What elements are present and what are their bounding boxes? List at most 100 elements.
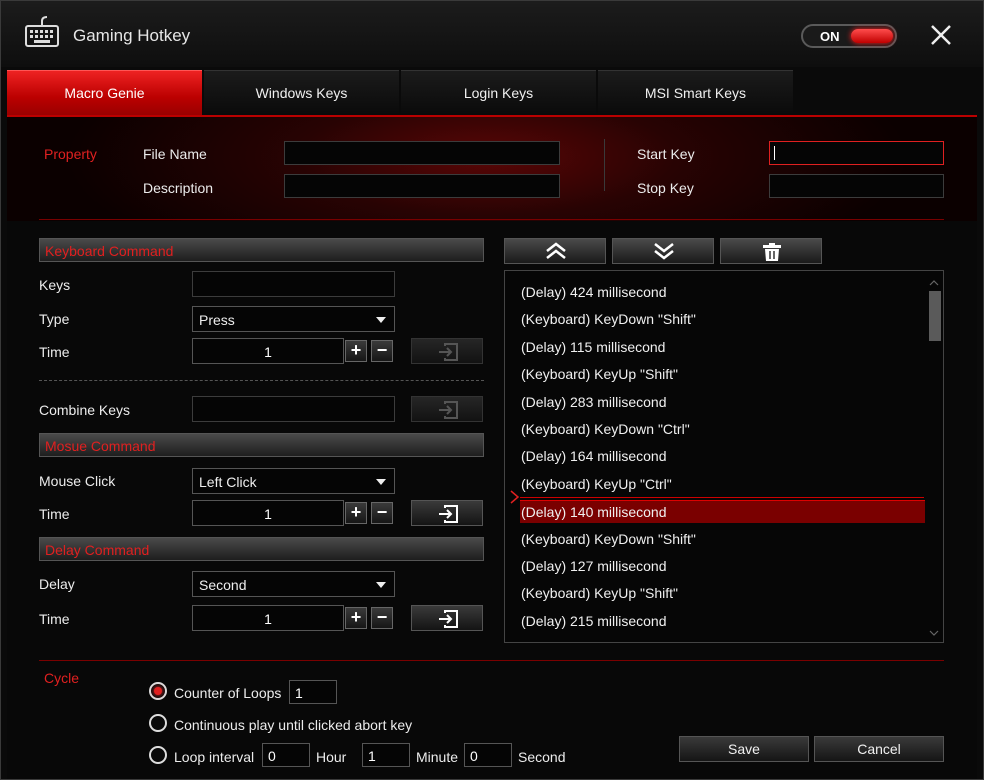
- type-select[interactable]: Press: [192, 306, 395, 332]
- mouse-command-header: Mosue Command: [39, 433, 484, 457]
- mouse-insert-button[interactable]: [411, 500, 483, 526]
- loop-interval-label: Loop interval: [174, 749, 255, 765]
- start-key-input[interactable]: [769, 141, 944, 165]
- macro-step-item[interactable]: (Keyboard) KeyDown "Ctrl": [520, 418, 925, 441]
- delay-time-plus-button[interactable]: +: [345, 607, 367, 629]
- cycle-separator: [39, 660, 944, 661]
- move-up-button[interactable]: [504, 238, 606, 264]
- delay-insert-button[interactable]: [411, 605, 483, 631]
- delay-unit-select[interactable]: Second: [192, 571, 395, 597]
- file-name-input[interactable]: [284, 141, 560, 165]
- keyboard-divider: [39, 380, 484, 381]
- chevron-down-icon: [376, 479, 386, 485]
- tab-macro-genie[interactable]: Macro Genie: [7, 70, 202, 115]
- second-label: Second: [518, 749, 566, 765]
- macro-step-item[interactable]: (Keyboard) KeyDown "Shift": [520, 308, 925, 331]
- list-scrollbar-thumb[interactable]: [929, 291, 941, 341]
- double-chevron-up-icon: [546, 242, 566, 259]
- counter-of-loops-radio[interactable]: [149, 682, 167, 700]
- minute-value: 1: [368, 748, 376, 764]
- macro-step-item[interactable]: (Keyboard) KeyUp "Shift": [520, 582, 925, 605]
- mouse-command-heading: Mosue Command: [45, 438, 156, 454]
- minute-input[interactable]: 1: [362, 743, 410, 767]
- delay-command-header: Delay Command: [39, 537, 484, 561]
- gaming-hotkey-window: Gaming Hotkey ON Macro Genie Windows Key…: [0, 0, 984, 780]
- insert-icon: [439, 610, 458, 628]
- second-input[interactable]: 0: [464, 743, 512, 767]
- macro-step-item[interactable]: (Delay) 283 millisecond: [520, 391, 925, 414]
- delay-time-input[interactable]: 1: [192, 605, 344, 631]
- macro-step-item[interactable]: (Delay) 115 millisecond: [520, 336, 925, 359]
- macro-step-item[interactable]: (Keyboard) KeyUp "Ctrl": [520, 473, 925, 496]
- mouse-time-minus-button[interactable]: −: [371, 502, 393, 524]
- tab-login-keys[interactable]: Login Keys: [401, 70, 596, 115]
- keyboard-insert-button[interactable]: [411, 338, 483, 364]
- counter-of-loops-input[interactable]: 1: [289, 680, 337, 704]
- keyboard-time-minus-button[interactable]: −: [371, 340, 393, 362]
- save-button[interactable]: Save: [679, 736, 809, 762]
- file-name-label: File Name: [143, 146, 207, 162]
- macro-step-list[interactable]: (Delay) 424 millisecond (Keyboard) KeyDow…: [504, 270, 944, 643]
- macro-step-item[interactable]: (Delay) 215 millisecond: [520, 610, 925, 633]
- tab-windows-keys[interactable]: Windows Keys: [204, 70, 399, 115]
- delay-time-minus-button[interactable]: −: [371, 607, 393, 629]
- delay-unit-value: Second: [199, 577, 247, 593]
- macro-step-item[interactable]: (Delay) 424 millisecond: [520, 281, 925, 304]
- description-input[interactable]: [284, 174, 560, 198]
- keys-label: Keys: [39, 277, 71, 293]
- insert-position-line: [520, 497, 924, 498]
- mouse-time-label: Time: [39, 506, 70, 522]
- cancel-button[interactable]: Cancel: [814, 736, 944, 762]
- macro-step-item[interactable]: (Keyboard) KeyDown "Shift": [520, 528, 925, 551]
- delay-label: Delay: [39, 576, 75, 592]
- property-separator: [39, 219, 944, 220]
- hour-label: Hour: [316, 749, 347, 765]
- hour-input[interactable]: 0: [262, 743, 310, 767]
- mouse-click-label: Mouse Click: [39, 473, 116, 489]
- app-title: Gaming Hotkey: [73, 26, 191, 45]
- mouse-time-value: 1: [264, 506, 272, 522]
- combine-keys-input[interactable]: [192, 396, 395, 422]
- minute-label: Minute: [416, 749, 459, 765]
- delay-command-heading: Delay Command: [45, 542, 150, 558]
- keyboard-command-header: Keyboard Command: [39, 238, 484, 262]
- move-down-button[interactable]: [612, 238, 714, 264]
- combine-insert-button[interactable]: [411, 396, 483, 422]
- continuous-play-radio[interactable]: [149, 714, 167, 732]
- delay-time-value: 1: [264, 611, 272, 627]
- macro-step-item[interactable]: (Delay) 140 millisecond: [520, 500, 925, 524]
- text-caret: [774, 146, 775, 160]
- keyboard-time-input[interactable]: 1: [192, 338, 344, 364]
- chevron-down-icon: [376, 582, 386, 588]
- power-toggle[interactable]: ON: [801, 24, 897, 48]
- mouse-click-value: Left Click: [199, 474, 257, 490]
- close-icon[interactable]: [929, 23, 953, 47]
- loop-interval-radio[interactable]: [149, 746, 167, 764]
- keyboard-time-plus-button[interactable]: +: [345, 340, 367, 362]
- insert-icon: [439, 505, 458, 523]
- mouse-time-input[interactable]: 1: [192, 500, 344, 526]
- description-label: Description: [143, 180, 214, 196]
- macro-step-item[interactable]: (Keyboard) KeyUp "Shift": [520, 363, 925, 386]
- delete-button[interactable]: [720, 238, 822, 264]
- type-select-value: Press: [199, 312, 235, 328]
- mouse-click-select[interactable]: Left Click: [192, 468, 395, 494]
- property-heading: Property: [44, 146, 97, 162]
- macro-step-item[interactable]: (Delay) 127 millisecond: [520, 555, 925, 578]
- mouse-time-plus-button[interactable]: +: [345, 502, 367, 524]
- cycle-heading: Cycle: [44, 670, 80, 686]
- property-divider: [604, 139, 605, 191]
- macro-step-item[interactable]: (Delay) 164 millisecond: [520, 445, 925, 468]
- keyboard-time-label: Time: [39, 344, 70, 360]
- counter-of-loops-value: 1: [295, 685, 303, 701]
- keys-input[interactable]: [192, 271, 395, 297]
- counter-of-loops-label: Counter of Loops: [174, 685, 282, 701]
- tab-msi-smart-keys[interactable]: MSI Smart Keys: [598, 70, 793, 115]
- stop-key-label: Stop Key: [637, 180, 694, 196]
- keyboard-time-value: 1: [264, 344, 272, 360]
- second-value: 0: [470, 748, 478, 764]
- stop-key-input[interactable]: [769, 174, 944, 198]
- type-label: Type: [39, 311, 70, 327]
- title-bar: Gaming Hotkey ON: [1, 1, 983, 67]
- keyboard-icon: [25, 16, 59, 47]
